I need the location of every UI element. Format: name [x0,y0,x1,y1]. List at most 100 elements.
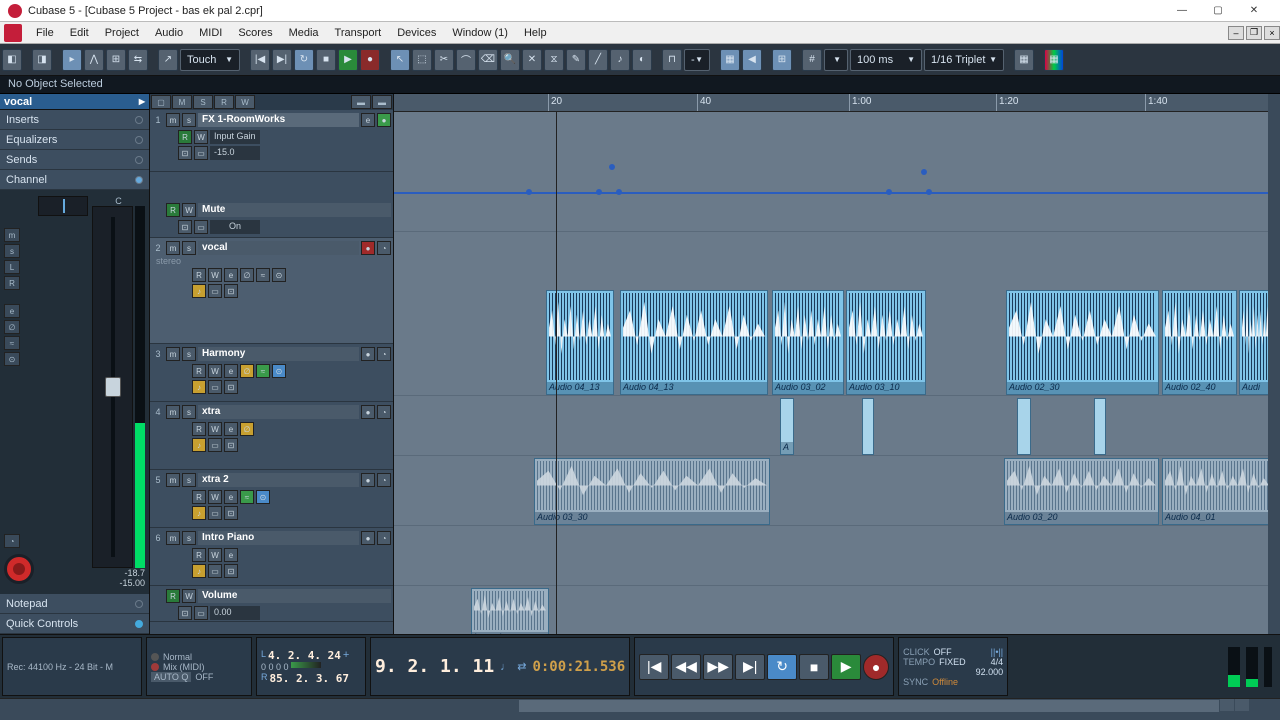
record-mode[interactable]: Normal [163,652,192,662]
split-tool[interactable]: ✂ [434,49,454,71]
solo-button[interactable]: s [182,347,196,361]
draw-tool[interactable]: ✎ [566,49,586,71]
track-name[interactable]: Harmony [198,347,359,361]
automation-node[interactable] [886,189,892,195]
zoom-in-button[interactable] [1235,699,1249,711]
audio-clip[interactable] [1017,398,1031,455]
color-tool[interactable]: ◐ [632,49,652,71]
track-header-btn[interactable]: ▬ [372,95,392,109]
solo-button[interactable]: s [182,241,196,255]
child-close-button[interactable]: × [1264,26,1280,40]
mute-button[interactable]: m [166,113,180,127]
monitor-button[interactable]: ◔ [377,405,391,419]
click-value[interactable]: OFF [934,647,952,657]
menu-devices[interactable]: Devices [389,25,444,41]
menu-help[interactable]: Help [516,25,555,41]
read-button[interactable]: R [166,589,180,603]
rewind-button[interactable]: ◀◀ [671,654,701,680]
right-locator[interactable]: 85. 2. 3. 67 [270,672,349,685]
horizontal-scrollbar[interactable] [519,700,1219,712]
monitor-button[interactable]: ◔ [377,347,391,361]
playhead[interactable] [556,112,557,634]
audio-clip[interactable]: Audio 04_01 [1162,458,1272,525]
record-enable-button[interactable]: ● [361,241,375,255]
track-name[interactable]: Mute [198,203,391,217]
audio-clip[interactable]: intro piano [471,588,549,634]
audio-clip[interactable]: Audio 02_30 [1006,290,1159,395]
grid-dropdown[interactable]: ▼ [824,49,848,71]
minimize-button[interactable]: — [1164,1,1200,21]
track-row[interactable]: 4 m s xtra ● ◔ RWe∅ ♪▭⊡ [150,402,393,470]
play-button[interactable]: ▶ [338,49,358,71]
edit-button[interactable]: e [361,113,375,127]
menu-media[interactable]: Media [281,25,327,41]
record-enable-button[interactable]: ● [361,347,375,361]
automation-node[interactable] [926,189,932,195]
ch-listen[interactable]: L [4,260,20,274]
quantize-select[interactable]: 1/16 Triplet▼ [924,49,1004,71]
audio-clip[interactable]: Audio 03_30 [534,458,770,525]
zoom-out-button[interactable] [1220,699,1234,711]
left-locator[interactable]: 4. 2. 4. 24 [268,649,341,662]
write-button[interactable]: W [182,589,196,603]
snap-button[interactable]: ▦ [720,49,740,71]
mute-button[interactable]: m [166,241,180,255]
secondary-time-display[interactable]: 0:00:21.536 [532,659,625,675]
line-tool[interactable]: ╱ [588,49,608,71]
audio-clip[interactable]: Audio 03_02 [772,290,844,395]
ch-mute[interactable]: m [4,228,20,242]
bypass-button[interactable]: ● [377,113,391,127]
monitor-button[interactable]: ◔ [377,473,391,487]
timewarp-tool[interactable]: ⧖ [544,49,564,71]
tempo-mode[interactable]: FIXED [939,657,966,667]
snap-zero-button[interactable]: ◀ [742,49,762,71]
menu-scores[interactable]: Scores [230,25,280,41]
record-button[interactable]: ● [863,654,889,680]
track-header-btn[interactable]: M [172,95,192,109]
child-restore-button[interactable]: ❐ [1246,26,1262,40]
menu-project[interactable]: Project [97,25,147,41]
nudge-select[interactable]: - ▼ [684,49,710,71]
track-row[interactable]: R W Mute ⊡ ▭ On [150,200,393,238]
primary-time-display[interactable]: 9. 2. 1. 11 [375,656,494,677]
track-row[interactable]: 6 m s Intro Piano ● ◔ RWe ♪▭⊡ [150,528,393,586]
solo-button[interactable]: s [182,531,196,545]
automation-mode-select[interactable]: Touch▼ [180,49,240,71]
menu-audio[interactable]: Audio [147,25,191,41]
grid-icon[interactable]: # [802,49,822,71]
range-tool[interactable]: ⬚ [412,49,432,71]
palette-button[interactable]: ▦ [1044,49,1064,71]
vertical-scrollbar[interactable] [1268,94,1280,634]
auto-quantize-value[interactable]: OFF [195,672,213,682]
solo-button[interactable]: s [182,405,196,419]
audio-clip[interactable]: Audio 04_13 [620,290,768,395]
track-header-btn[interactable]: R [214,95,234,109]
arrange-area[interactable]: 20 40 1:00 1:20 1:40 Audio 04_13 Audio 0… [394,94,1280,634]
inspector-channel[interactable]: Channel [0,170,149,190]
track-row[interactable]: 2 m s vocal ● ◔ stereo R W e ∅ ≈ ⊙ ♪ ▭ ⊡ [150,238,393,344]
volume-fader[interactable] [92,206,133,568]
go-end-button[interactable]: ▶| [272,49,292,71]
state-button-3[interactable]: ⊞ [106,49,126,71]
track-field[interactable]: Input Gain [210,130,260,144]
mute-tool[interactable]: ✕ [522,49,542,71]
maximize-button[interactable]: ▢ [1200,1,1236,21]
audio-clip[interactable]: A [780,398,794,455]
track-field[interactable]: On [210,220,260,234]
monitor-button[interactable]: ◔ [377,241,391,255]
inspector-quick-controls[interactable]: Quick Controls [0,614,149,634]
track-name[interactable]: FX 1-RoomWorks [198,113,359,127]
track-row[interactable]: R W Volume ⊡▭ 0.00 [150,586,393,622]
state-button-1[interactable]: ▸ [62,49,82,71]
ch-read[interactable]: R [4,276,20,290]
ch-send[interactable]: ⊙ [4,352,20,366]
track-name[interactable]: Volume [198,589,391,603]
go-to-end-button[interactable]: ▶| [735,654,765,680]
forward-button[interactable]: ▶▶ [703,654,733,680]
stop-button[interactable]: ■ [799,654,829,680]
track-field[interactable]: -15.0 [210,146,260,160]
go-start-button[interactable]: |◀ [250,49,270,71]
automation-node[interactable] [616,189,622,195]
play-tool[interactable]: ♪ [610,49,630,71]
menu-file[interactable]: File [28,25,62,41]
